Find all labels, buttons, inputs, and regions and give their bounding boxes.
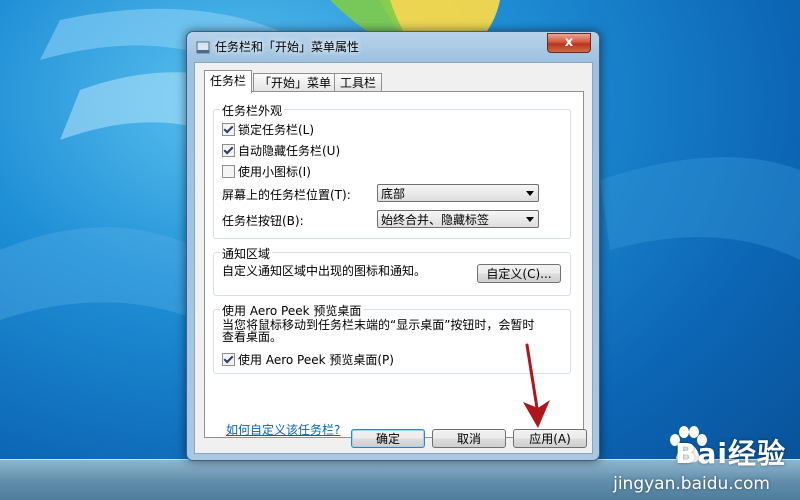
aero-peek-row[interactable]: 使用 Aero Peek 预览桌面(P)	[222, 351, 394, 368]
aero-peek-checkbox[interactable]	[222, 353, 235, 366]
taskbar-buttons-value: 始终合并、隐藏标签	[381, 213, 490, 227]
chevron-down-icon	[526, 217, 534, 222]
taskbar-properties-icon	[196, 41, 210, 54]
small-icons-label: 使用小图标(I)	[238, 165, 311, 179]
dialog-title: 任务栏和「开始」菜单属性	[215, 40, 360, 54]
taskbar-appearance-group: 任务栏外观 锁定任务栏(L) 自动隐藏任务栏(U) 使用小图标(I) 屏幕上的任…	[213, 102, 571, 239]
aero-peek-label: 使用 Aero Peek 预览桌面(P)	[238, 353, 394, 367]
taskbar-buttons-label: 任务栏按钮(B):	[222, 214, 304, 228]
small-icons-row[interactable]: 使用小图标(I)	[222, 163, 311, 180]
lock-taskbar-row[interactable]: 锁定任务栏(L)	[222, 121, 314, 138]
notification-area-group: 通知区域 自定义通知区域中出现的图标和通知。 自定义(C)...	[213, 245, 571, 296]
apply-button[interactable]: 应用(A)	[513, 429, 587, 448]
notification-description: 自定义通知区域中出现的图标和通知。	[222, 264, 427, 278]
cancel-button[interactable]: 取消	[432, 429, 506, 448]
group-title-notification: 通知区域	[220, 245, 273, 262]
group-title-aero-peek: 使用 Aero Peek 预览桌面	[220, 302, 364, 319]
chevron-down-icon	[526, 191, 534, 196]
autohide-taskbar-checkbox[interactable]	[222, 144, 235, 157]
baidu-jingyan-logo: Bai经验	[675, 437, 786, 470]
ok-button[interactable]: 确定	[351, 429, 425, 448]
autohide-taskbar-row[interactable]: 自动隐藏任务栏(U)	[222, 142, 340, 159]
tab-toolbars[interactable]: 工具栏	[334, 73, 383, 92]
customize-notification-button[interactable]: 自定义(C)...	[477, 264, 561, 283]
lock-taskbar-label: 锁定任务栏(L)	[238, 123, 315, 137]
close-button[interactable]: x	[547, 33, 591, 53]
autohide-taskbar-label: 自动隐藏任务栏(U)	[238, 144, 341, 158]
group-title-appearance: 任务栏外观	[220, 102, 285, 119]
aero-peek-description: 当您将鼠标移动到任务栏末端的“显示桌面”按钮时，会暂时 查看桌面。	[222, 319, 534, 343]
taskbar-location-label: 屏幕上的任务栏位置(T):	[222, 188, 351, 202]
watermark-url: jingyan.baidu.com	[613, 474, 770, 494]
small-icons-checkbox[interactable]	[222, 165, 235, 178]
help-link[interactable]: 如何自定义该任务栏?	[226, 421, 340, 438]
taskbar-location-value: 底部	[381, 187, 406, 201]
taskbar-buttons-select[interactable]: 始终合并、隐藏标签	[377, 210, 539, 228]
aero-peek-desc-line2: 查看桌面。	[222, 330, 283, 344]
taskbar-properties-dialog: 任务栏和「开始」菜单属性 x 任务栏 「开始」菜单 工具栏 任务栏外观 锁定任务…	[186, 31, 600, 461]
taskbar-location-select[interactable]: 底部	[377, 184, 539, 202]
tab-taskbar[interactable]: 任务栏	[204, 70, 253, 93]
taskbar-tab-page: 任务栏外观 锁定任务栏(L) 自动隐藏任务栏(U) 使用小图标(I) 屏幕上的任…	[204, 91, 584, 438]
aero-peek-group: 使用 Aero Peek 预览桌面 当您将鼠标移动到任务栏末端的“显示桌面”按钮…	[213, 302, 571, 374]
lock-taskbar-checkbox[interactable]	[222, 123, 235, 136]
dialog-client-area: 任务栏 「开始」菜单 工具栏 任务栏外观 锁定任务栏(L) 自动隐藏任务栏(U)…	[194, 62, 593, 454]
tab-start-menu[interactable]: 「开始」菜单	[253, 73, 338, 92]
